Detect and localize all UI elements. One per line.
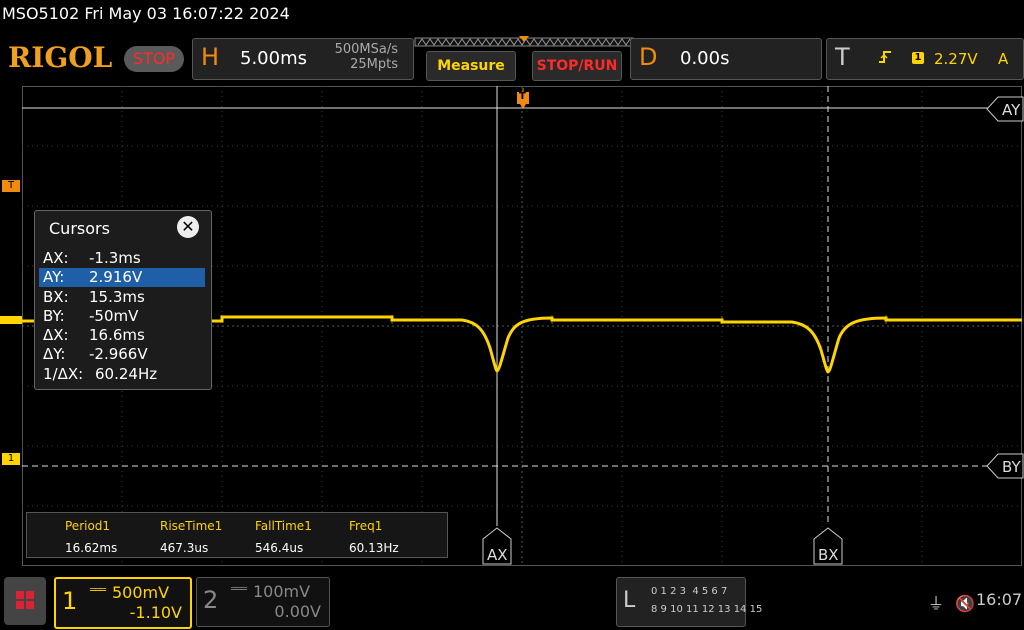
horizontal-letter: H	[201, 43, 220, 71]
cursor-row-value: 16.6ms	[89, 326, 145, 344]
cursor-row-inv-dx: 1/ΔX: 60.24Hz	[39, 365, 205, 384]
measurement-name: FallTime1	[255, 519, 312, 533]
logic-letter: L	[623, 588, 636, 613]
cursor-row-label: BY:	[43, 307, 65, 325]
trigger-level: 2.27V	[934, 50, 978, 68]
channel-1-offset: -1.10V	[129, 603, 182, 622]
measure-button[interactable]: Measure	[426, 51, 516, 81]
memory-overview-bar	[414, 36, 634, 47]
sample-rate: 500MSa/s	[334, 42, 398, 57]
cursor-by-label: BY	[1002, 458, 1021, 476]
memory-depth: 25Mpts	[350, 57, 398, 72]
usb-icon[interactable]: ⏚	[928, 594, 944, 613]
cursor-row-by[interactable]: BY: -50mV	[39, 307, 205, 326]
channel-2-scale: 100mV	[253, 582, 311, 601]
status-clock: 16:07	[976, 590, 1023, 609]
measurement-value: 467.3us	[160, 541, 209, 555]
timebase-value: 5.00ms	[240, 48, 307, 69]
channel-1-panel[interactable]: 1 ═══ 500mV -1.10V	[54, 577, 192, 629]
window-title: MSO5102 Fri May 03 16:07:22 2024	[2, 4, 290, 23]
measurement-value: 16.62ms	[65, 541, 118, 555]
cursor-row-value: -1.3ms	[89, 249, 141, 267]
channel-2-offset: 0.00V	[274, 602, 321, 621]
cursor-row-value: 15.3ms	[89, 288, 145, 306]
acquisition-info: 500MSa/s 25Mpts	[300, 42, 398, 72]
dc-coupling-icon: ═══	[231, 584, 247, 595]
close-icon[interactable]: ✕	[177, 216, 199, 238]
cursor-row-label: 1/ΔX:	[43, 365, 84, 383]
trigger-letter: T	[835, 43, 850, 71]
channel-2-number: 2	[203, 586, 219, 614]
cursor-row-bx[interactable]: BX: 15.3ms	[39, 288, 205, 307]
cursor-row-label: ΔY:	[43, 345, 66, 363]
cursor-ay-label: AY	[1002, 101, 1021, 119]
grid-menu-icon	[16, 591, 34, 609]
stop-run-button[interactable]: STOP/RUN	[532, 51, 622, 81]
cursors-panel-title: Cursors	[49, 219, 110, 238]
dc-coupling-icon: ═══	[90, 585, 106, 596]
logic-channels-row1: 0 1 2 3 4 5 6 7	[651, 586, 728, 597]
cursor-row-value: -50mV	[89, 307, 139, 325]
rising-edge-icon	[878, 49, 892, 69]
cursor-bx-label: BX	[818, 546, 839, 564]
cursor-row-value: 60.24Hz	[95, 365, 158, 383]
trigger-time-marker-label: T	[519, 91, 526, 102]
delay-value: 0.00s	[680, 48, 730, 69]
measurement-value: 546.4us	[255, 541, 304, 555]
logic-channels-row2: 8 9 10 11 12 13 14 15	[651, 604, 763, 615]
cursor-row-dy: ΔY: -2.966V	[39, 345, 205, 364]
trigger-mode: A	[998, 50, 1009, 68]
measurement-value: 60.13Hz	[349, 541, 399, 555]
cursor-row-label: AY:	[43, 268, 65, 286]
rigol-logo: RIGOL	[8, 41, 113, 74]
cursor-row-label: BX:	[43, 288, 69, 306]
cursor-row-label: ΔX:	[43, 326, 69, 344]
trigger-panel[interactable]: T	[826, 38, 1024, 80]
cursor-row-ax[interactable]: AX: -1.3ms	[39, 249, 205, 268]
delay-letter: D	[639, 43, 658, 71]
cursor-ax-label: AX	[487, 546, 508, 564]
measurement-name: Freq1	[349, 519, 383, 533]
cursor-row-value: -2.966V	[89, 345, 148, 363]
measurement-name: RiseTime1	[160, 519, 223, 533]
run-state-badge[interactable]: STOP	[124, 46, 184, 72]
measurement-name: Period1	[65, 519, 111, 533]
speaker-muted-icon[interactable]: 🔇	[955, 594, 975, 613]
cursor-row-label: AX:	[43, 249, 69, 267]
trigger-level-marker[interactable]: T	[2, 180, 20, 192]
trigger-source-badge: 1	[912, 52, 924, 64]
ch1-offset-marker[interactable]: 1	[2, 453, 20, 465]
cursor-row-dx: ΔX: 16.6ms	[39, 326, 205, 345]
logic-panel[interactable]: L 0 1 2 3 4 5 6 7 8 9 10 11 12 13 14 15	[616, 577, 762, 627]
main-menu-button[interactable]	[4, 577, 46, 625]
cursor-row-value: 2.916V	[89, 268, 143, 286]
ch1-trace-entry	[0, 316, 22, 324]
channel-1-number: 1	[62, 587, 78, 615]
status-icons: ⏚ 🔇	[928, 590, 975, 614]
cursors-panel: Cursors ✕ AX: -1.3ms AY: 2.916V BX: 15.3…	[34, 210, 212, 390]
measurement-bar[interactable]: Period1 16.62ms RiseTime1 467.3us FallTi…	[26, 512, 448, 558]
channel-1-scale: 500mV	[112, 583, 170, 602]
channel-2-panel[interactable]: 2 ═══ 100mV 0.00V	[196, 577, 330, 627]
cursor-row-ay[interactable]: AY: 2.916V	[39, 268, 205, 287]
